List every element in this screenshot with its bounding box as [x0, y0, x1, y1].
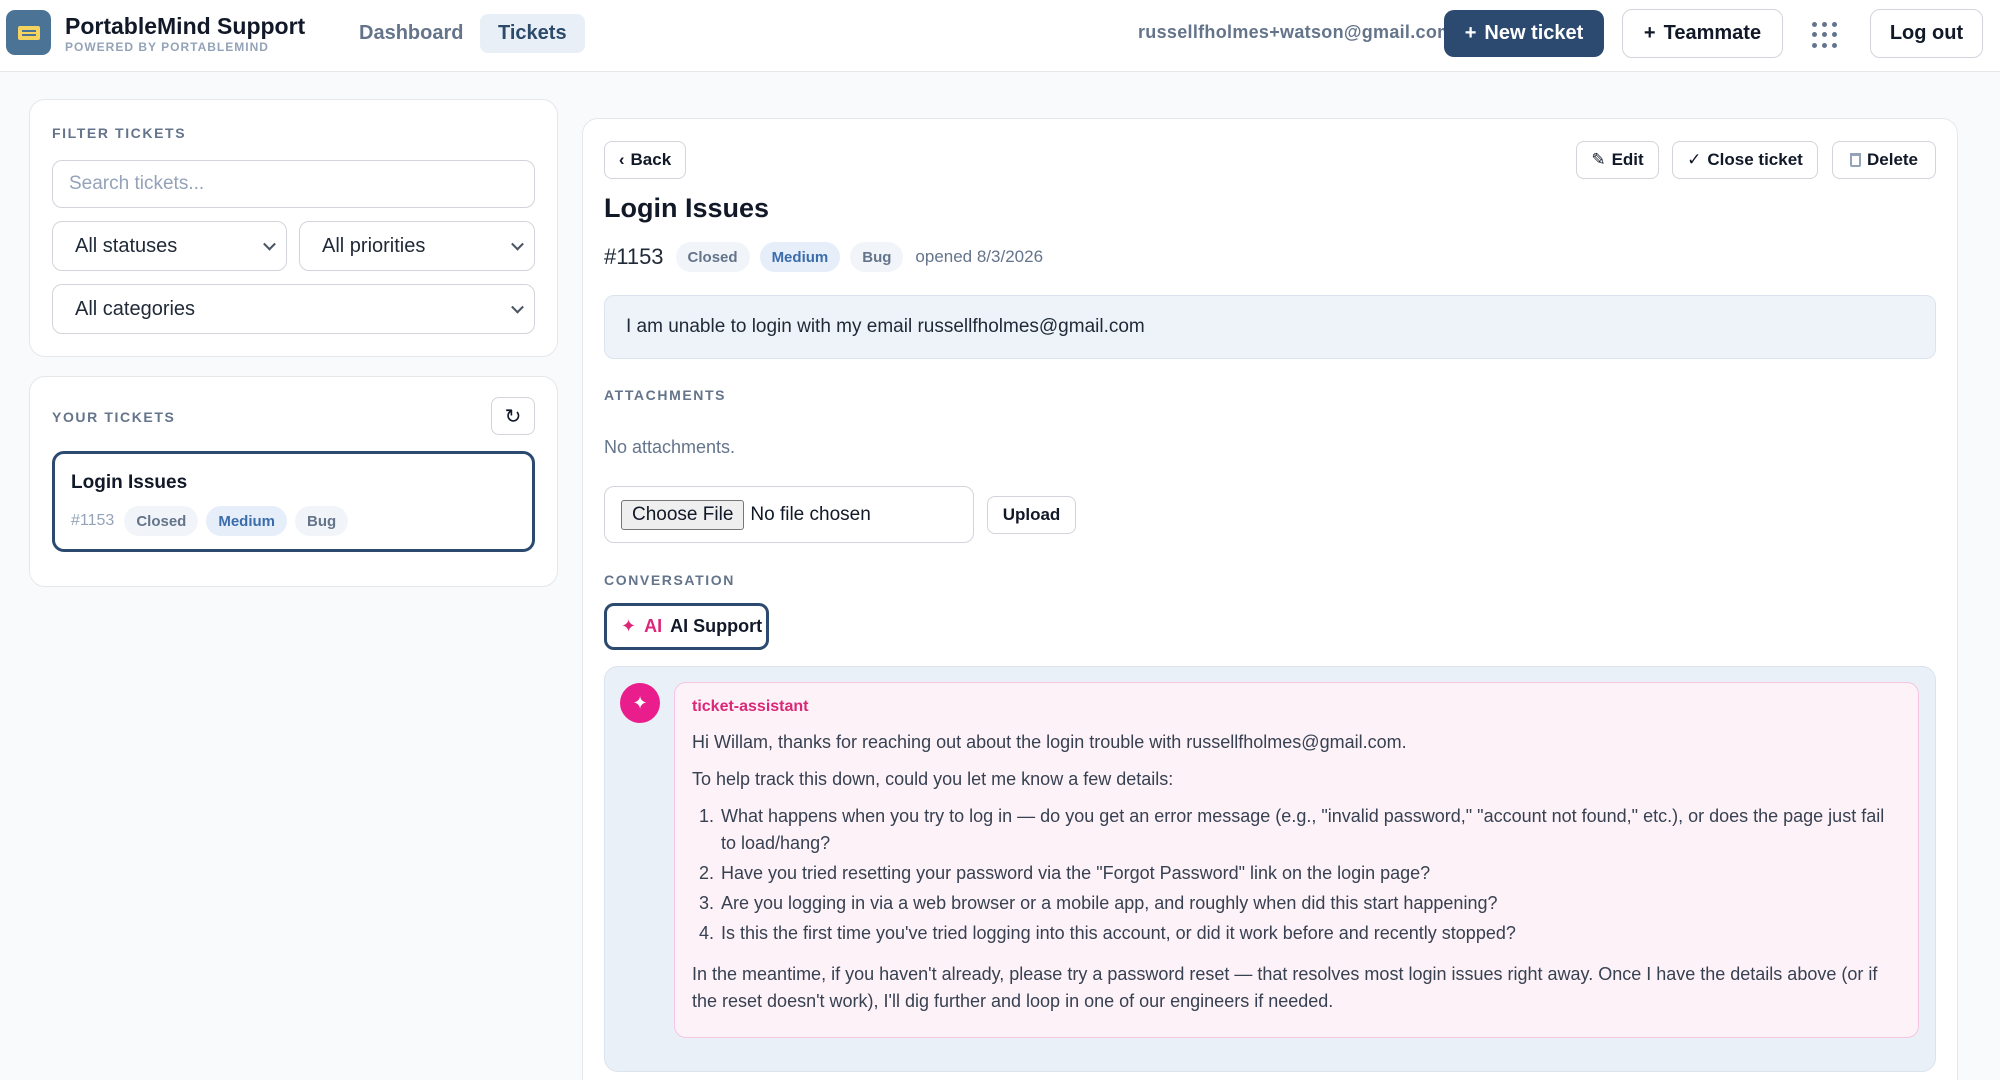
pencil-icon: ✎: [1591, 150, 1606, 169]
list-item: 2. Have you tried resetting your password…: [699, 863, 1431, 883]
chevron-left-icon: ‹: [618, 150, 625, 169]
filter-heading: FILTER TICKETS: [52, 125, 187, 141]
app-logo-icon: [6, 10, 51, 55]
list-item: 1. What happens when you try to log in — …: [699, 806, 1885, 853]
check-icon: ✓: [1687, 150, 1702, 169]
user-email: russellfholmes+watson@gmail.com: [1138, 22, 1454, 42]
close-ticket-label: Close ticket: [1707, 150, 1803, 169]
no-file-chosen-text: No file chosen: [750, 503, 871, 525]
ticket-item-title: Login Issues: [71, 472, 188, 493]
back-label: Back: [630, 150, 672, 169]
ticket-item-number: #1153: [71, 512, 115, 529]
sparkle-icon: ✦: [621, 616, 637, 636]
sparkle-icon: ✦: [620, 683, 660, 723]
app-title: PortableMind Support: [65, 13, 306, 39]
question-text: Have you tried resetting your password v…: [721, 863, 1431, 883]
choose-file-button[interactable]: Choose File: [621, 499, 745, 530]
logout-button[interactable]: Log out: [1870, 9, 1983, 58]
new-ticket-button[interactable]: + New ticket: [1444, 10, 1604, 57]
status-badge: Closed: [675, 242, 750, 272]
conversation-heading: CONVERSATION: [604, 572, 735, 588]
plus-icon: +: [1464, 22, 1477, 44]
ticket-title: Login Issues: [604, 193, 770, 223]
opened-date: opened 8/3/2026: [915, 247, 1044, 266]
category-select[interactable]: All categories: [52, 284, 535, 334]
file-input[interactable]: Choose File No file chosen: [604, 486, 974, 543]
question-text: What happens when you try to log in — do…: [721, 806, 1885, 853]
message-greeting: Hi Willam, thanks for reaching out about…: [692, 732, 1407, 752]
chevron-down-icon: [263, 237, 276, 251]
edit-label: Edit: [1611, 150, 1644, 169]
priority-select-value: All priorities: [322, 234, 426, 257]
trash-icon: [1849, 153, 1861, 167]
upload-button[interactable]: Upload: [987, 496, 1076, 534]
question-text: Are you logging in via a web browser or …: [721, 893, 1498, 913]
no-attachments-text: No attachments.: [604, 437, 736, 457]
attachments-heading: ATTACHMENTS: [604, 387, 727, 403]
ticket-number: #1153: [604, 244, 664, 269]
ticket-meta-row: #1153 Closed Medium Bug opened 8/3/2026: [604, 242, 1043, 272]
priority-badge: Medium: [206, 506, 287, 536]
ticket-description: I am unable to login with my email russe…: [604, 295, 1936, 359]
close-ticket-button[interactable]: ✓ Close ticket: [1672, 141, 1818, 179]
nav-tab-dashboard[interactable]: Dashboard: [341, 14, 481, 53]
ai-tab-mark: AI: [644, 616, 663, 636]
refresh-icon: ↻: [504, 405, 522, 428]
message-question-list: 1. What happens when you try to log in — …: [692, 803, 1902, 950]
search-placeholder: Search tickets...: [69, 173, 205, 194]
chevron-down-icon: [511, 300, 524, 314]
ticket-list-item[interactable]: Login Issues #1153 Closed Medium Bug: [52, 451, 535, 552]
ai-tab-label: AI Support: [670, 616, 763, 636]
category-badge: Bug: [850, 242, 904, 272]
message-intro: To help track this down, could you let m…: [692, 769, 1174, 789]
nav-tab-tickets[interactable]: Tickets: [480, 14, 585, 53]
list-item: 4. Is this the first time you've tried lo…: [699, 923, 1516, 943]
question-text: Is this the first time you've tried logg…: [721, 923, 1516, 943]
refresh-button[interactable]: ↻: [491, 397, 535, 435]
status-badge: Closed: [124, 506, 199, 536]
edit-button[interactable]: ✎ Edit: [1576, 141, 1659, 179]
priority-badge: Medium: [759, 242, 841, 272]
grid-icon[interactable]: [1812, 22, 1838, 48]
category-select-value: All categories: [75, 297, 196, 320]
status-select[interactable]: All statuses: [52, 221, 287, 271]
status-select-value: All statuses: [75, 234, 178, 257]
plus-icon: +: [1643, 22, 1656, 44]
delete-button[interactable]: Delete: [1832, 141, 1936, 179]
message-closing: In the meantime, if you haven't already,…: [692, 964, 1878, 1011]
teammate-label: Teammate: [1663, 22, 1762, 44]
ticket-item-meta: #1153 Closed Medium Bug: [71, 506, 349, 536]
your-tickets-heading: YOUR TICKETS: [52, 409, 176, 425]
list-item: 3. Are you logging in via a web browser o…: [699, 893, 1498, 913]
search-input[interactable]: Search tickets...: [52, 160, 535, 208]
app-subtitle: POWERED BY PORTABLEMIND: [65, 40, 269, 54]
ai-support-tab[interactable]: ✦ AI AI Support: [604, 603, 769, 650]
back-button[interactable]: ‹ Back: [604, 141, 686, 179]
priority-select[interactable]: All priorities: [299, 221, 535, 271]
top-bar: PortableMind Support POWERED BY PORTABLE…: [0, 0, 2000, 72]
chevron-down-icon: [511, 237, 524, 251]
message-author: ticket-assistant: [692, 698, 809, 715]
new-ticket-label: New ticket: [1484, 22, 1584, 44]
delete-label: Delete: [1866, 150, 1919, 169]
category-badge: Bug: [295, 506, 349, 536]
add-teammate-button[interactable]: + Teammate: [1622, 9, 1783, 58]
